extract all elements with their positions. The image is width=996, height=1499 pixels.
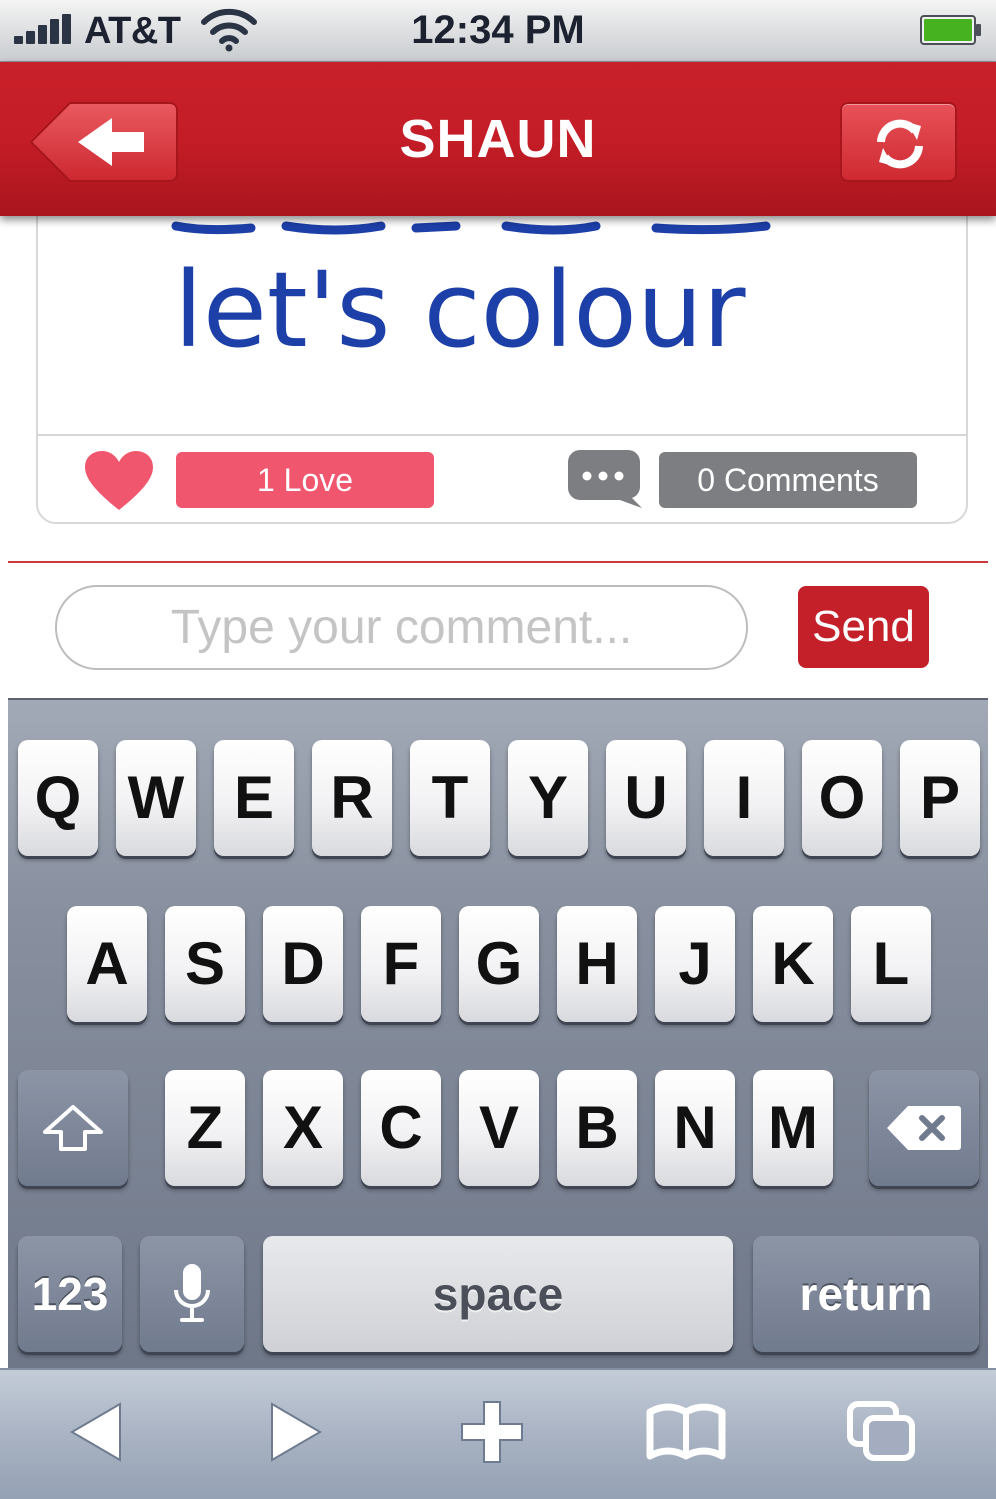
battery-icon [920,15,981,45]
key-q[interactable]: Q [18,740,98,856]
key-v[interactable]: V [459,1070,539,1186]
key-f[interactable]: F [361,906,441,1022]
love-count-button[interactable]: 1 Love [176,452,434,508]
comment-input[interactable] [55,585,748,670]
bookmarks-book-icon[interactable] [646,1400,726,1464]
key-b[interactable]: B [557,1070,637,1186]
numbers-key[interactable]: 123 [18,1236,122,1352]
nav-bar: SHAUN [0,62,996,216]
refresh-button[interactable] [840,102,957,182]
key-d[interactable]: D [263,906,343,1022]
keyboard: Q W E R T Y U I O P A S D F G H J K L Z … [8,698,988,1368]
browser-toolbar [0,1368,996,1499]
clock: 12:34 PM [411,8,585,52]
section-divider [8,561,988,563]
delete-key[interactable] [869,1070,979,1186]
post-drawing: let's colour [36,216,968,436]
speech-bubble-icon[interactable] [566,448,644,510]
key-l[interactable]: L [851,906,931,1022]
key-r[interactable]: R [312,740,392,856]
key-s[interactable]: S [165,906,245,1022]
key-o[interactable]: O [802,740,882,856]
key-i[interactable]: I [704,740,784,856]
shift-arrow-icon [43,1105,103,1151]
space-key[interactable]: space [263,1236,733,1352]
key-y[interactable]: Y [508,740,588,856]
key-n[interactable]: N [655,1070,735,1186]
dictation-key[interactable] [140,1236,244,1352]
heart-icon[interactable] [84,450,154,512]
shift-key[interactable] [18,1070,128,1186]
status-bar: AT&T 12:34 PM [0,0,996,62]
back-triangle-icon[interactable] [68,1400,124,1464]
key-x[interactable]: X [263,1070,343,1186]
forward-triangle-icon[interactable] [268,1400,324,1464]
key-g[interactable]: G [459,906,539,1022]
tabs-pages-icon[interactable] [846,1400,918,1464]
key-p[interactable]: P [900,740,980,856]
key-e[interactable]: E [214,740,294,856]
key-m[interactable]: M [753,1070,833,1186]
comments-count-button[interactable]: 0 Comments [659,452,917,508]
backspace-icon [887,1106,961,1150]
key-t[interactable]: T [410,740,490,856]
key-c[interactable]: C [361,1070,441,1186]
plus-icon[interactable] [460,1400,524,1464]
key-j[interactable]: J [655,906,735,1022]
return-key[interactable]: return [753,1236,979,1352]
drawing-text: let's colour [174,249,746,371]
key-u[interactable]: U [606,740,686,856]
key-w[interactable]: W [116,740,196,856]
key-a[interactable]: A [67,906,147,1022]
microphone-icon [174,1264,210,1322]
key-z[interactable]: Z [165,1070,245,1186]
send-button[interactable]: Send [798,586,929,668]
key-h[interactable]: H [557,906,637,1022]
key-k[interactable]: K [753,906,833,1022]
refresh-icon [877,119,923,169]
